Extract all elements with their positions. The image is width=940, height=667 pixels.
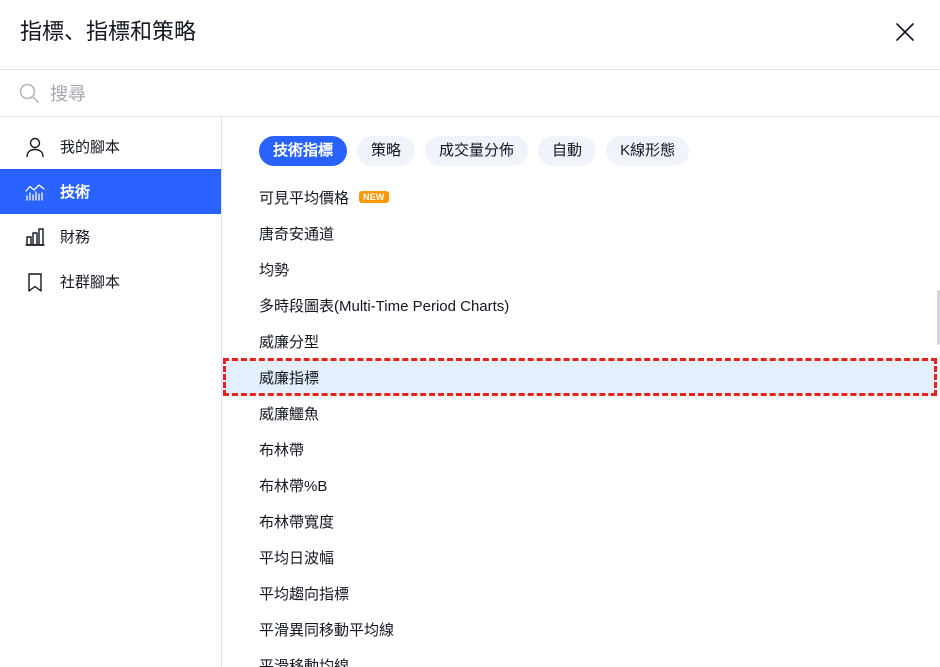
tab-candlestick-patterns[interactable]: K線形態	[606, 136, 690, 166]
new-badge: NEW	[359, 191, 389, 203]
indicator-name: 布林帶	[259, 441, 305, 459]
indicator-list: 可見平均價格 NEW 唐奇安通道 均勢 多時段圖表(Multi-Time Per…	[222, 179, 937, 667]
indicator-name: 平滑移動均線	[259, 657, 350, 667]
indicator-name: 布林帶寬度	[259, 513, 335, 531]
user-icon	[24, 136, 46, 158]
indicator-name: 威廉分型	[259, 333, 320, 351]
indicator-name: 平均趨向指標	[259, 585, 350, 603]
dialog-header: 指標、指標和策略	[0, 0, 940, 70]
list-item[interactable]: 多時段圖表(Multi-Time Period Charts)	[222, 287, 937, 323]
indicator-name: 平滑異同移動平均線	[259, 621, 395, 639]
tab-auto[interactable]: 自動	[538, 136, 597, 166]
indicator-name: 布林帶%B	[259, 477, 328, 495]
sidebar-item-technicals[interactable]: 技術	[0, 169, 221, 214]
tab-strategies[interactable]: 策略	[357, 136, 416, 166]
search-input[interactable]	[50, 80, 910, 108]
list-item[interactable]: 平均趨向指標	[222, 575, 937, 611]
list-item[interactable]: 平滑移動均線	[222, 647, 937, 667]
indicator-name: 唐奇安通道	[259, 225, 335, 243]
sidebar-item-my-scripts[interactable]: 我的腳本	[0, 124, 221, 169]
bar-chart-icon	[24, 226, 46, 248]
sidebar-item-label: 技術	[60, 184, 91, 201]
list-item[interactable]: 布林帶寬度	[222, 503, 937, 539]
indicator-name: 可見平均價格	[259, 189, 350, 207]
list-item[interactable]: 唐奇安通道	[222, 215, 937, 251]
indicator-name: 多時段圖表(Multi-Time Period Charts)	[259, 297, 510, 315]
list-item[interactable]: 平滑異同移動平均線	[222, 611, 937, 647]
close-icon	[896, 23, 914, 41]
search-icon	[18, 82, 40, 104]
list-item[interactable]: 均勢	[222, 251, 937, 287]
list-item[interactable]: 平均日波幅	[222, 539, 937, 575]
list-item[interactable]: 威廉鱷魚	[222, 395, 937, 431]
indicator-name: 平均日波幅	[259, 549, 335, 567]
sidebar-item-financials[interactable]: 財務	[0, 214, 221, 259]
close-button[interactable]	[894, 21, 916, 43]
list-item[interactable]: 威廉分型	[222, 323, 937, 359]
indicator-name: 威廉鱷魚	[259, 405, 320, 423]
search-bar	[0, 70, 940, 117]
category-tabs: 技術指標 策略 成交量分佈 自動 K線形態	[259, 136, 690, 166]
indicator-name: 均勢	[259, 261, 290, 279]
main-panel: 技術指標 策略 成交量分佈 自動 K線形態 可見平均價格 NEW 唐奇安通道 均…	[222, 117, 940, 667]
bookmark-icon	[24, 271, 46, 293]
list-item[interactable]: 布林帶	[222, 431, 937, 467]
technicals-icon	[24, 181, 46, 203]
list-item[interactable]: 布林帶%B	[222, 467, 937, 503]
sidebar-item-community-scripts[interactable]: 社群腳本	[0, 259, 221, 304]
list-item[interactable]: 威廉指標	[222, 359, 937, 395]
dialog-title: 指標、指標和策略	[20, 19, 197, 44]
sidebar-item-label: 我的腳本	[60, 139, 121, 156]
sidebar-item-label: 財務	[60, 229, 91, 246]
tab-technical-indicators[interactable]: 技術指標	[259, 136, 348, 166]
tab-volume-profile[interactable]: 成交量分佈	[425, 136, 529, 166]
list-item[interactable]: 可見平均價格 NEW	[222, 179, 937, 215]
sidebar: 我的腳本 技術 財務 社群腳本	[0, 117, 222, 667]
indicator-name: 威廉指標	[259, 369, 320, 387]
sidebar-item-label: 社群腳本	[60, 274, 121, 291]
